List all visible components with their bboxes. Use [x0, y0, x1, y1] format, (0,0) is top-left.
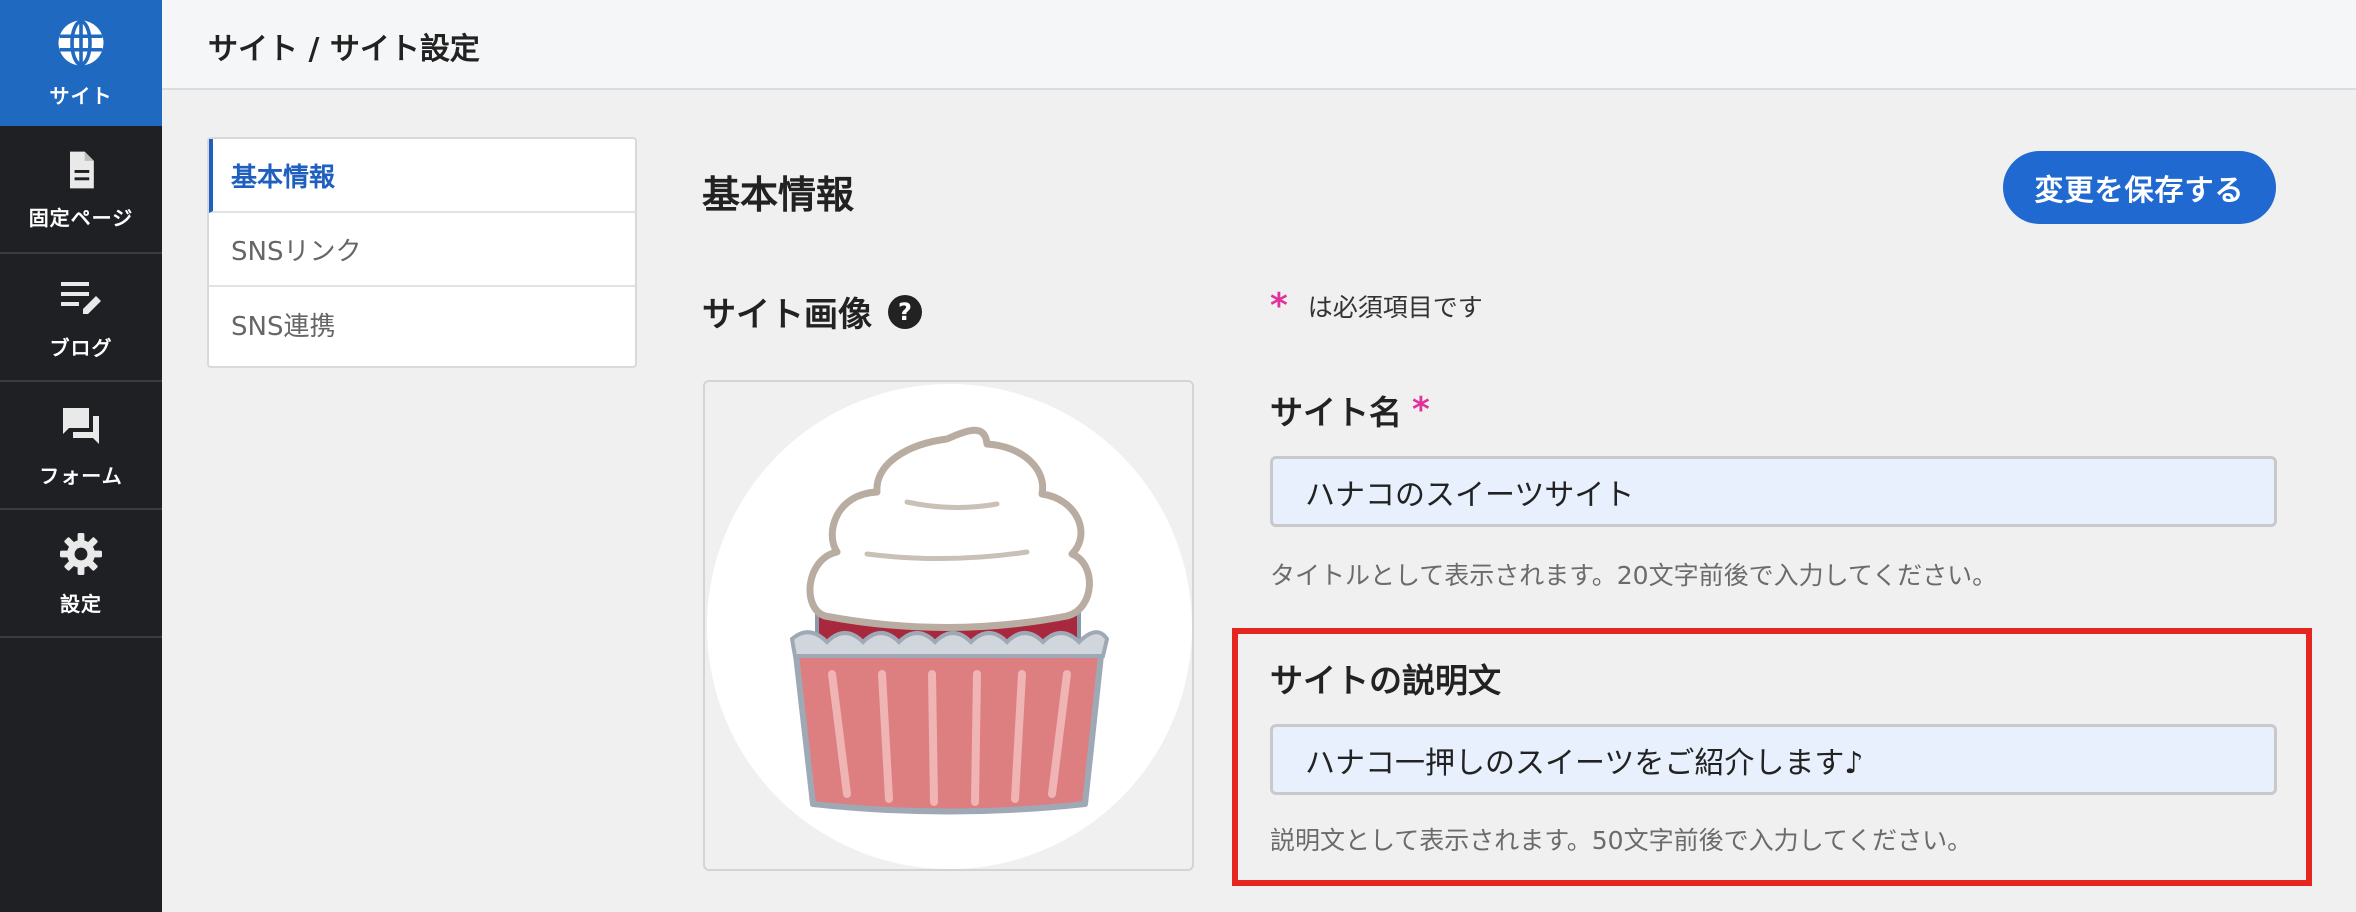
- submenu-item-label: 基本情報: [231, 162, 336, 193]
- gear-icon: [60, 532, 102, 575]
- site-name-hint: タイトルとして表示されます。20文字前後で入力してください。: [1270, 561, 1998, 590]
- required-note: * は必須項目です: [1270, 286, 1483, 326]
- site-image-preview: [707, 384, 1192, 869]
- site-image-box[interactable]: [703, 380, 1194, 871]
- nav-item-label: サイト: [49, 83, 113, 108]
- site-image-label: サイト画像 ?: [702, 287, 922, 336]
- left-nav: サイト 固定ページ ブログ フォーム 設定: [0, 0, 162, 912]
- globe-icon: [58, 19, 104, 66]
- top-header: サイト / サイト設定: [162, 0, 2356, 90]
- submenu-item-label: SNS連携: [231, 311, 336, 342]
- site-name-label-text: サイト名: [1270, 393, 1402, 432]
- site-name-label: サイト名 *: [1270, 386, 1430, 434]
- edit-list-icon: [61, 281, 101, 314]
- nav-item-settings[interactable]: 設定: [0, 510, 162, 638]
- settings-submenu: 基本情報 SNSリンク SNS連携: [207, 137, 637, 368]
- nav-item-label: 設定: [60, 591, 102, 616]
- nav-item-label: フォーム: [39, 463, 123, 488]
- document-icon: [70, 151, 94, 188]
- required-asterisk: *: [1270, 286, 1288, 326]
- site-image-label-text: サイト画像: [702, 295, 872, 335]
- cupcake-icon: [789, 426, 1110, 815]
- site-name-input[interactable]: [1270, 456, 2277, 527]
- required-asterisk: *: [1412, 390, 1430, 430]
- submenu-item-label: SNSリンク: [231, 236, 362, 267]
- save-button[interactable]: 変更を保存する: [2003, 151, 2276, 224]
- site-description-label-text: サイトの説明文: [1270, 661, 1501, 700]
- page-title: 基本情報: [702, 173, 855, 217]
- nav-item-pages[interactable]: 固定ページ: [0, 126, 162, 254]
- nav-item-label: ブログ: [49, 335, 113, 360]
- submenu-item-sns-links[interactable]: SNSリンク: [209, 213, 635, 287]
- site-description-label: サイトの説明文: [1270, 654, 1501, 702]
- nav-item-blog[interactable]: ブログ: [0, 254, 162, 382]
- site-description-input[interactable]: [1270, 724, 2277, 795]
- breadcrumb: サイト / サイト設定: [208, 32, 480, 67]
- submenu-item-sns-integration[interactable]: SNS連携: [209, 287, 635, 361]
- help-icon[interactable]: ?: [888, 294, 922, 329]
- nav-item-site[interactable]: サイト: [0, 0, 162, 126]
- nav-item-label: 固定ページ: [28, 205, 134, 230]
- required-note-text: は必須項目です: [1307, 293, 1483, 322]
- nav-item-form[interactable]: フォーム: [0, 382, 162, 510]
- site-description-hint: 説明文として表示されます。50文字前後で入力してください。: [1270, 826, 1973, 855]
- submenu-item-basic-info[interactable]: 基本情報: [209, 139, 635, 213]
- chat-icon: [63, 407, 99, 444]
